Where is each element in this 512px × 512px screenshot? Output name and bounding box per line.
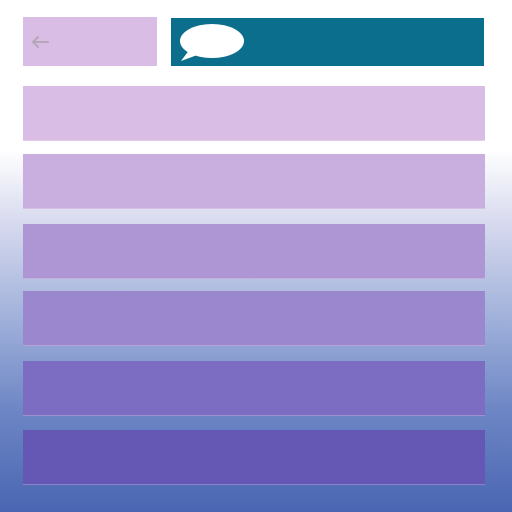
list-item[interactable]	[23, 86, 485, 141]
list-item[interactable]	[23, 361, 485, 416]
header-bar	[171, 18, 484, 66]
arrow-left-icon	[32, 36, 49, 48]
list-item[interactable]	[23, 154, 485, 209]
list-item[interactable]	[23, 430, 485, 485]
list-item[interactable]	[23, 291, 485, 346]
back-button[interactable]	[29, 32, 51, 52]
back-panel	[23, 17, 157, 66]
list-item[interactable]	[23, 224, 485, 279]
speech-bubble-icon[interactable]	[178, 23, 246, 63]
